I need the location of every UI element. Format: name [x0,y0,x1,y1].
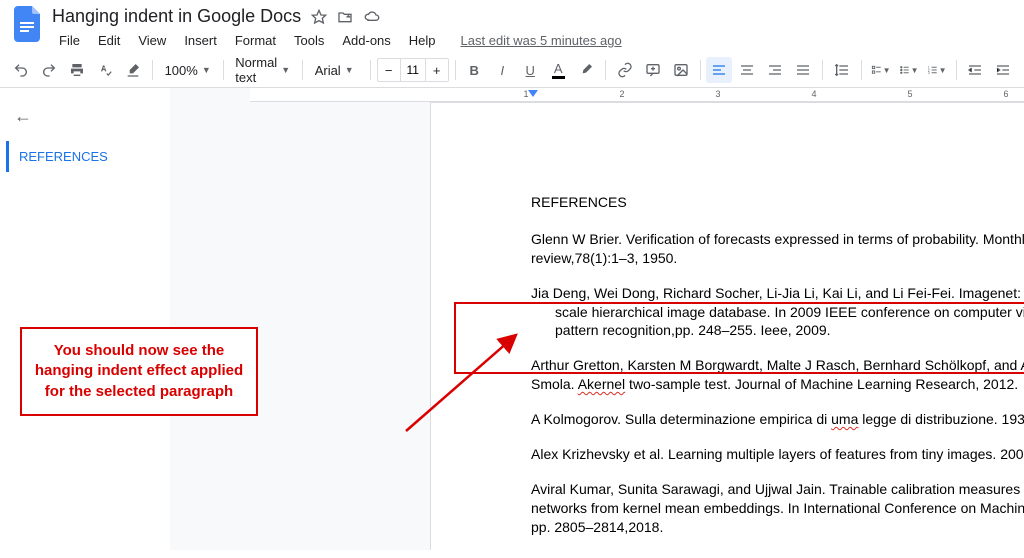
svg-text:3: 3 [927,71,929,75]
text-color-button[interactable]: A [545,57,571,83]
insert-image-button[interactable] [668,57,694,83]
undo-button[interactable] [8,57,34,83]
menu-file[interactable]: File [52,29,87,52]
redo-button[interactable] [36,57,62,83]
menu-format[interactable]: Format [228,29,283,52]
menu-edit[interactable]: Edit [91,29,127,52]
checklist-button[interactable]: ▼ [868,57,894,83]
menu-bar: File Edit View Insert Format Tools Add-o… [52,29,1014,52]
insert-link-button[interactable] [612,57,638,83]
move-icon[interactable] [337,9,353,25]
document-outline: ← REFERENCES [0,88,170,550]
italic-button[interactable]: I [489,57,515,83]
toolbar: 100%▼ Normal text▼ Arial▼ − + B I U A ▼ … [0,52,1024,88]
last-edit-link[interactable]: Last edit was 5 minutes ago [461,33,622,48]
star-icon[interactable] [311,9,327,25]
heading-references[interactable]: REFERENCES [531,193,1024,212]
align-justify-button[interactable] [790,57,816,83]
annotation-callout: You should now see the hanging indent ef… [20,327,258,416]
decrease-indent-button[interactable] [962,57,988,83]
zoom-dropdown[interactable]: 100%▼ [159,57,217,83]
align-center-button[interactable] [734,57,760,83]
menu-insert[interactable]: Insert [177,29,224,52]
outline-item-references[interactable]: REFERENCES [6,141,164,172]
align-left-button[interactable] [706,57,732,83]
menu-addons[interactable]: Add-ons [335,29,397,52]
bulleted-list-button[interactable]: ▼ [896,57,922,83]
cloud-saved-icon[interactable] [363,9,381,25]
reference-entry[interactable]: Alex Krizhevsky et al. Learning multiple… [531,445,1024,464]
indent-marker-icon[interactable] [528,90,538,97]
font-size-input[interactable] [400,59,426,81]
horizontal-ruler[interactable]: 1 2 3 4 5 6 7 [250,88,1024,102]
font-dropdown[interactable]: Arial▼ [309,57,364,83]
reference-entry[interactable]: Aviral Kumar, Sunita Sarawagi, and Ujjwa… [531,480,1024,537]
annotation-highlight-box [454,302,1024,374]
reference-entry[interactable]: A Kolmogorov. Sulla determinazione empir… [531,410,1024,429]
print-button[interactable] [64,57,90,83]
document-canvas[interactable]: 1 2 3 4 5 6 7 REFERENCES Glenn W Brier. … [170,88,1024,550]
spellcheck-button[interactable] [92,57,118,83]
numbered-list-button[interactable]: 123▼ [924,57,950,83]
font-size-stepper[interactable]: − + [377,58,449,82]
font-size-increase[interactable]: + [426,63,448,78]
line-spacing-button[interactable] [829,57,855,83]
font-size-decrease[interactable]: − [378,63,400,78]
reference-entry[interactable]: Glenn W Brier. Verification of forecasts… [531,230,1024,268]
highlight-color-button[interactable] [573,57,599,83]
outline-collapse-icon[interactable]: ← [6,102,164,131]
menu-tools[interactable]: Tools [287,29,331,52]
paragraph-style-dropdown[interactable]: Normal text▼ [229,57,296,83]
docs-logo[interactable] [10,6,46,42]
increase-indent-button[interactable] [990,57,1016,83]
menu-help[interactable]: Help [402,29,443,52]
insert-comment-button[interactable] [640,57,666,83]
header: Hanging indent in Google Docs File Edit … [0,0,1024,52]
menu-view[interactable]: View [131,29,173,52]
main-area: ← REFERENCES 1 2 3 4 5 6 7 REFERENCES Gl… [0,88,1024,550]
bold-button[interactable]: B [461,57,487,83]
document-title[interactable]: Hanging indent in Google Docs [52,6,301,27]
underline-button[interactable]: U [517,57,543,83]
align-right-button[interactable] [762,57,788,83]
paint-format-button[interactable] [120,57,146,83]
